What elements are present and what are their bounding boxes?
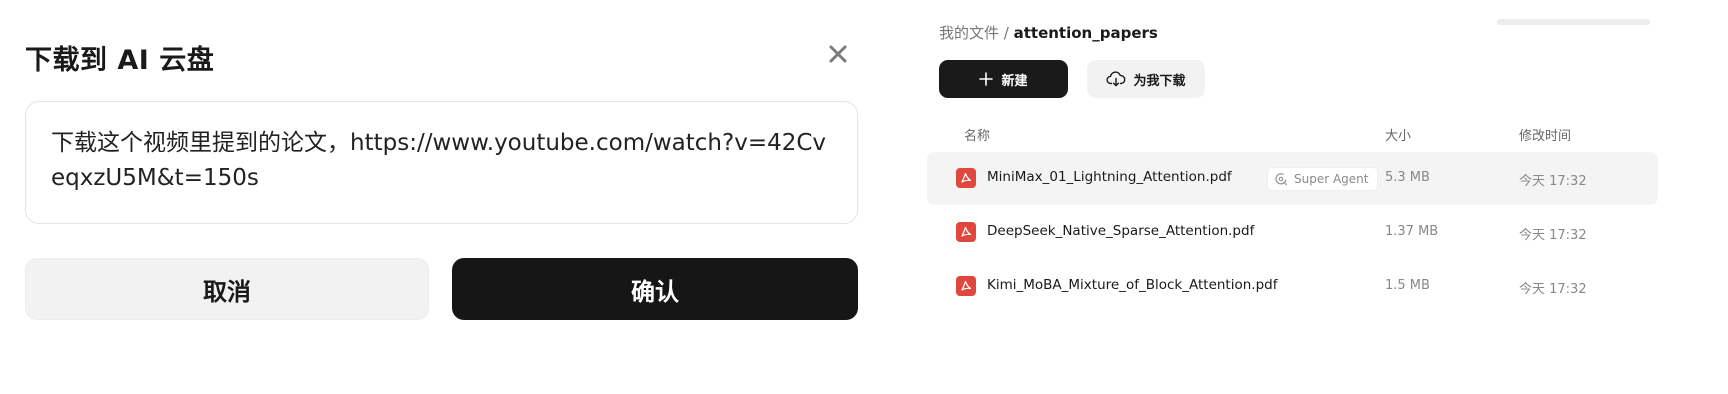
prompt-text: 下载这个视频里提到的论文，https://www.youtube.com/wat… xyxy=(51,130,827,191)
file-modified-time: 今天 17:32 xyxy=(1519,174,1587,189)
breadcrumb-root[interactable]: 我的文件 xyxy=(939,24,999,42)
super-agent-label: Super Agent xyxy=(1294,172,1369,186)
column-header-name[interactable]: 名称 xyxy=(964,125,990,144)
breadcrumb-current: attention_papers xyxy=(1013,24,1158,42)
pdf-icon xyxy=(956,276,976,296)
file-row[interactable]: Kimi_MoBA_Mixture_of_Block_Attention.pdf… xyxy=(927,260,1658,313)
file-name: MiniMax_01_Lightning_Attention.pdf xyxy=(987,169,1232,185)
pdf-icon xyxy=(956,222,976,242)
super-agent-badge: Super Agent xyxy=(1267,167,1378,191)
breadcrumb: 我的文件 / attention_papers xyxy=(939,22,1158,43)
download-for-me-label: 为我下载 xyxy=(1133,73,1186,89)
plus-icon xyxy=(979,72,994,86)
new-button[interactable]: 新建 xyxy=(939,60,1068,98)
close-button[interactable] xyxy=(826,42,850,66)
confirm-button[interactable]: 确认 xyxy=(452,258,858,320)
dialog-title: 下载到 AI 云盘 xyxy=(25,45,215,76)
download-for-me-button[interactable]: 为我下载 xyxy=(1087,60,1205,98)
file-panel: 我的文件 / attention_papers 新建 为我下载 名称 大小 修改… xyxy=(927,0,1728,394)
file-name: Kimi_MoBA_Mixture_of_Block_Attention.pdf xyxy=(987,277,1278,293)
file-row[interactable]: MiniMax_01_Lightning_Attention.pdf Super… xyxy=(927,152,1658,205)
agent-icon xyxy=(1275,173,1288,186)
cancel-button[interactable]: 取消 xyxy=(25,258,429,320)
download-dialog: 下载到 AI 云盘 下载这个视频里提到的论文，https://www.youtu… xyxy=(0,0,880,394)
file-modified-time: 今天 17:32 xyxy=(1519,282,1587,297)
column-header-modified[interactable]: 修改时间 xyxy=(1519,125,1571,144)
file-size: 1.5 MB xyxy=(1385,278,1430,293)
column-header-size[interactable]: 大小 xyxy=(1385,125,1411,144)
file-row[interactable]: DeepSeek_Native_Sparse_Attention.pdf 1.3… xyxy=(927,206,1658,259)
file-size: 5.3 MB xyxy=(1385,170,1430,185)
file-size: 1.37 MB xyxy=(1385,224,1439,239)
close-icon xyxy=(829,45,847,63)
top-scroll-indicator xyxy=(1497,19,1650,25)
pdf-icon xyxy=(956,168,976,188)
cloud-download-icon xyxy=(1106,71,1126,87)
prompt-input[interactable]: 下载这个视频里提到的论文，https://www.youtube.com/wat… xyxy=(25,101,858,224)
breadcrumb-separator: / xyxy=(999,24,1014,42)
new-button-label: 新建 xyxy=(1001,73,1028,89)
file-name: DeepSeek_Native_Sparse_Attention.pdf xyxy=(987,223,1255,239)
file-modified-time: 今天 17:32 xyxy=(1519,228,1587,243)
